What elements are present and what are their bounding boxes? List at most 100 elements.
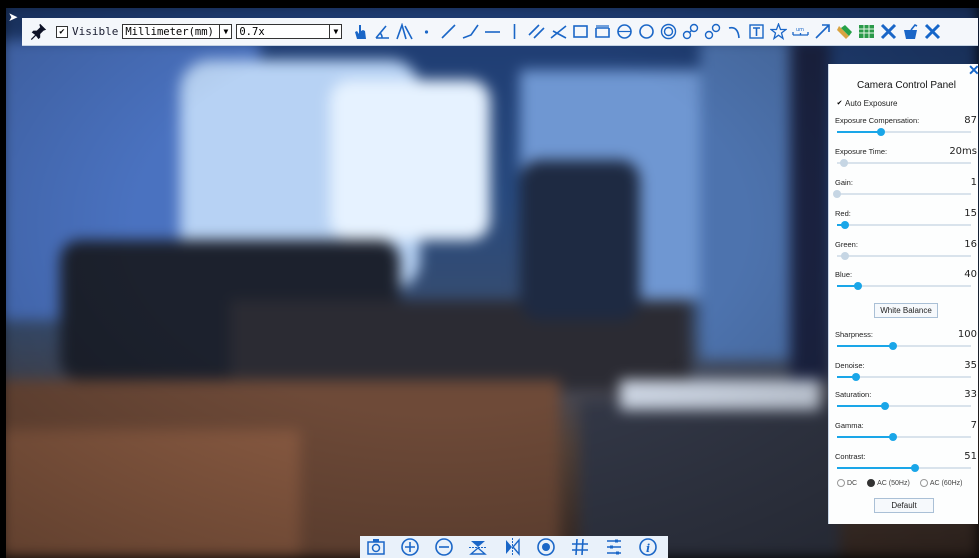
delete-all-icon[interactable] xyxy=(880,22,897,41)
ac60-label: AC (60Hz) xyxy=(929,479,963,487)
text-icon[interactable] xyxy=(748,22,765,41)
light-frequency-group: DC AC (50Hz) AC (60Hz) xyxy=(837,479,963,487)
measurement-toolbar: ✔ Visible Millimeter(mm) ▼ 0.7x ▼ um xyxy=(22,18,978,46)
chevron-down-icon: ▼ xyxy=(329,25,341,38)
parallel-lines-icon[interactable] xyxy=(528,22,545,41)
gain-slider[interactable] xyxy=(833,190,971,198)
concentric-circle-icon[interactable] xyxy=(660,22,677,41)
exposure-time-slider[interactable] xyxy=(837,159,971,167)
red-slider[interactable] xyxy=(837,221,971,229)
ac50-radio[interactable]: AC (50Hz) xyxy=(867,479,910,487)
close-icon[interactable] xyxy=(924,22,941,41)
slider-thumb[interactable] xyxy=(877,128,886,136)
angle-icon[interactable] xyxy=(374,22,391,41)
saturation-slider[interactable] xyxy=(837,402,971,410)
red-value: 15 xyxy=(964,208,977,219)
drawing-tools: um xyxy=(352,22,941,41)
visible-label: Visible xyxy=(72,25,119,38)
blue-label: Blue: xyxy=(835,270,853,279)
radio-selected-icon xyxy=(867,479,876,487)
panel-title: Camera Control Panel xyxy=(857,80,956,91)
flip-vertical-icon[interactable] xyxy=(466,536,490,558)
gain-value: 1 xyxy=(970,177,977,188)
exposure-compensation-label: Exposure Compensation: xyxy=(835,116,920,125)
two-line-angle-icon[interactable] xyxy=(396,22,414,41)
arc-icon[interactable] xyxy=(726,22,743,41)
green-slider[interactable] xyxy=(837,252,971,260)
arrow-icon[interactable] xyxy=(814,22,831,41)
blue-value: 40 xyxy=(964,269,977,280)
record-icon[interactable] xyxy=(534,536,558,558)
eraser-icon[interactable] xyxy=(836,22,853,41)
camera-control-panel: ✕ Camera Control Panel ✔ Auto Exposure E… xyxy=(828,62,979,524)
radio-icon xyxy=(837,479,845,487)
white-balance-button[interactable]: White Balance xyxy=(874,303,938,318)
rectangle-icon[interactable] xyxy=(572,22,589,41)
slider-thumb[interactable] xyxy=(910,464,919,472)
slider-thumb[interactable] xyxy=(833,190,841,198)
arc-rectangle-icon[interactable] xyxy=(594,22,611,41)
horizontal-line-icon[interactable] xyxy=(484,22,501,41)
dc-radio[interactable]: DC xyxy=(837,479,857,487)
denoise-value: 35 xyxy=(964,360,977,371)
flip-horizontal-icon[interactable] xyxy=(500,536,524,558)
pin-icon[interactable] xyxy=(28,22,48,42)
gain-label: Gain: xyxy=(835,178,853,187)
pointer-hand-icon[interactable] xyxy=(352,22,369,41)
exposure-time-label: Exposure Time: xyxy=(835,147,888,156)
slider-thumb[interactable] xyxy=(889,433,898,441)
slider-thumb[interactable] xyxy=(841,252,850,260)
settings-list-icon[interactable] xyxy=(602,536,626,558)
link-icon[interactable] xyxy=(682,22,699,41)
visible-toggle[interactable]: ✔ Visible xyxy=(56,25,118,38)
slider-thumb[interactable] xyxy=(881,402,890,410)
auto-exposure-checkbox[interactable]: ✔ Auto Exposure xyxy=(836,99,897,108)
three-point-circle-icon[interactable] xyxy=(638,22,655,41)
circle-icon[interactable] xyxy=(616,22,633,41)
denoise-slider[interactable] xyxy=(837,373,971,381)
mouse-cursor-icon: ➤ xyxy=(8,10,19,24)
clear-icon[interactable] xyxy=(902,22,919,41)
polyline-icon[interactable] xyxy=(462,22,480,41)
exposure-time-value: 20ms xyxy=(949,146,977,157)
exposure-compensation-slider[interactable] xyxy=(837,128,971,136)
visible-checkbox[interactable]: ✔ xyxy=(56,25,68,38)
radio-icon xyxy=(919,479,928,487)
info-icon[interactable]: i xyxy=(636,536,660,558)
close-icon[interactable]: ✕ xyxy=(968,62,979,79)
export-table-icon[interactable] xyxy=(858,22,875,41)
sharpness-slider[interactable] xyxy=(837,342,971,350)
monitor-bezel xyxy=(0,0,979,8)
unit-select[interactable]: Millimeter(mm) ▼ xyxy=(122,24,233,39)
contrast-slider[interactable] xyxy=(837,464,971,472)
svg-text:i: i xyxy=(646,542,650,555)
star-icon[interactable] xyxy=(770,22,788,41)
line-icon[interactable] xyxy=(440,22,457,41)
exposure-compensation-value: 87 xyxy=(964,115,977,126)
zoom-out-icon[interactable] xyxy=(432,536,456,558)
vertical-line-icon[interactable] xyxy=(506,22,523,41)
slider-thumb[interactable] xyxy=(851,373,860,381)
point-icon[interactable] xyxy=(418,22,435,41)
slider-thumb[interactable] xyxy=(889,342,898,350)
zoom-in-icon[interactable] xyxy=(398,536,422,558)
ac50-label: AC (50Hz) xyxy=(877,479,910,487)
slider-thumb[interactable] xyxy=(839,159,848,167)
scale-bar-icon[interactable]: um xyxy=(792,22,810,41)
ac60-radio[interactable]: AC (60Hz) xyxy=(919,479,963,487)
contrast-label: Contrast: xyxy=(835,452,866,461)
cross-lines-icon[interactable] xyxy=(550,22,567,41)
slider-thumb[interactable] xyxy=(854,282,863,290)
unlink-icon[interactable] xyxy=(704,22,721,41)
magnification-select[interactable]: 0.7x ▼ xyxy=(236,24,343,39)
green-value: 16 xyxy=(964,239,977,250)
svg-text:um: um xyxy=(796,27,804,33)
default-button[interactable]: Default xyxy=(874,498,934,513)
gamma-slider[interactable] xyxy=(837,433,971,441)
saturation-label: Saturation: xyxy=(835,390,872,399)
gamma-value: 7 xyxy=(970,420,977,431)
grid-icon[interactable] xyxy=(568,536,592,558)
blue-slider[interactable] xyxy=(837,282,971,290)
camera-capture-icon[interactable] xyxy=(364,536,388,558)
slider-thumb[interactable] xyxy=(841,221,850,229)
